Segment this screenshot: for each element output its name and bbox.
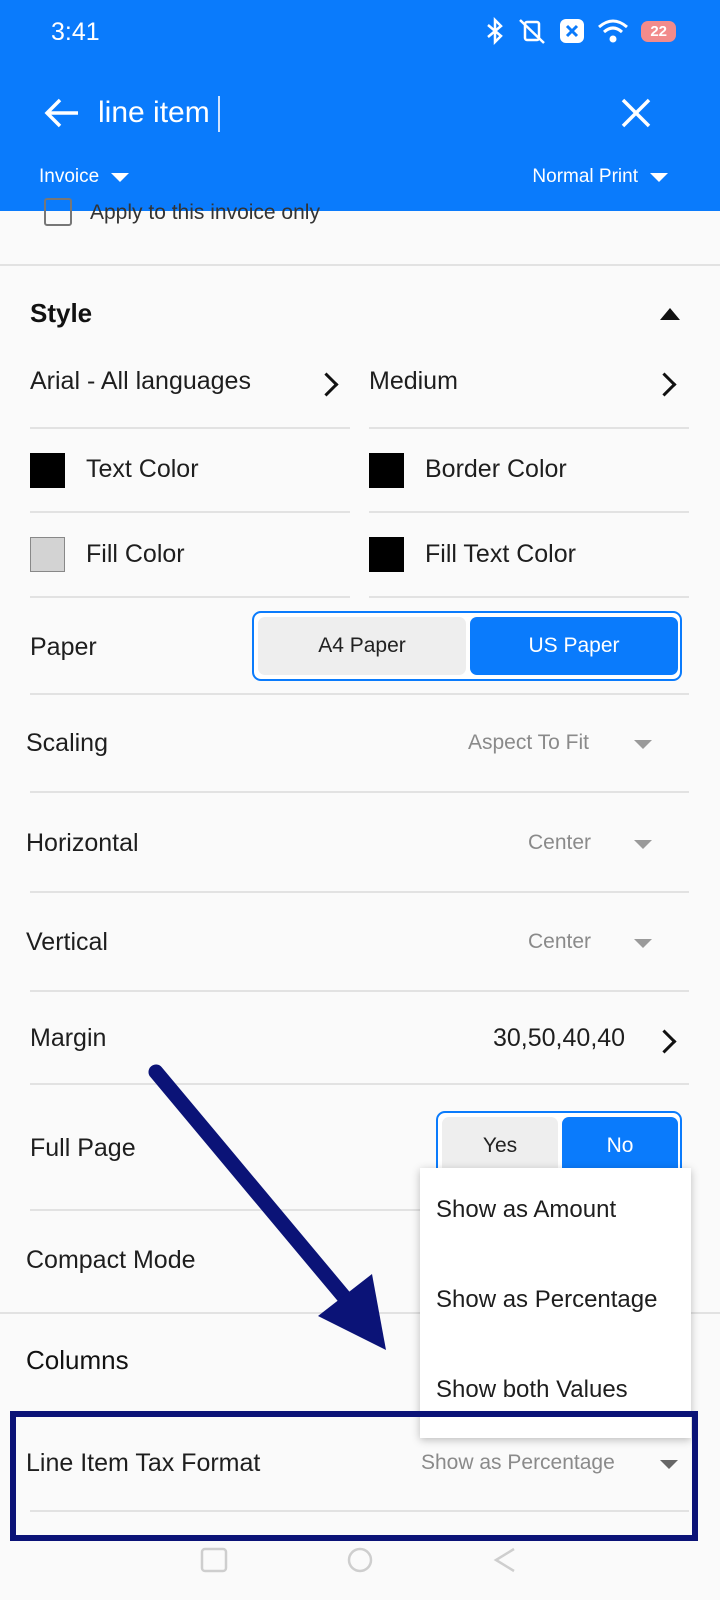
bluetooth-icon	[487, 17, 504, 45]
style-section-title: Style	[30, 298, 93, 328]
text-color-swatch[interactable]	[30, 453, 65, 488]
scaling-dropdown[interactable]: Aspect To Fit	[468, 731, 589, 755]
full-page-label: Full Page	[30, 1134, 136, 1162]
text-color-label[interactable]: Text Color	[86, 455, 199, 484]
dropdown-arrow-icon	[634, 740, 652, 749]
border-color-swatch[interactable]	[369, 453, 404, 488]
tax-format-popup-menu: Show as Amount Show as Percentage Show b…	[420, 1168, 691, 1438]
notification-x-icon	[560, 19, 585, 43]
back-arrow-icon[interactable]	[44, 95, 80, 131]
divider	[30, 511, 350, 513]
divider	[30, 596, 350, 598]
menu-item-show-both-values[interactable]: Show both Values	[436, 1376, 628, 1404]
divider	[0, 264, 720, 266]
vertical-dropdown[interactable]: Center	[528, 930, 591, 954]
divider	[30, 990, 689, 992]
fill-text-color-label[interactable]: Fill Text Color	[425, 540, 576, 569]
border-color-label[interactable]: Border Color	[425, 455, 567, 484]
battery-indicator: 22	[641, 20, 676, 42]
recent-apps-icon[interactable]	[194, 1545, 234, 1575]
annotation-arrow-icon	[148, 1064, 386, 1350]
a4-paper-option[interactable]: A4 Paper	[258, 617, 466, 675]
margin-value[interactable]: 30,50,40,40	[493, 1024, 625, 1053]
print-mode-dropdown[interactable]: Normal Print	[532, 166, 668, 188]
menu-item-show-as-amount[interactable]: Show as Amount	[436, 1196, 616, 1224]
chevron-right-icon	[314, 372, 339, 397]
apply-to-invoice-row[interactable]: Apply to this invoice only	[44, 198, 444, 230]
fill-text-color-swatch[interactable]	[369, 537, 404, 572]
collapse-icon[interactable]	[660, 308, 680, 320]
divider	[369, 427, 689, 429]
fill-color-swatch[interactable]	[30, 537, 65, 572]
document-type-dropdown[interactable]: Invoice	[39, 166, 130, 188]
print-mode-label: Normal Print	[532, 166, 638, 187]
back-nav-icon[interactable]	[486, 1545, 526, 1575]
font-size-selector[interactable]: Medium	[369, 367, 458, 396]
paper-label: Paper	[30, 633, 97, 661]
horizontal-label: Horizontal	[26, 829, 139, 857]
annotation-highlight-box	[10, 1411, 698, 1541]
divider	[369, 511, 689, 513]
vibrate-off-icon	[519, 19, 546, 44]
vertical-label: Vertical	[26, 928, 108, 956]
divider	[30, 427, 350, 429]
columns-section-title: Columns	[26, 1345, 129, 1375]
fill-color-label[interactable]: Fill Color	[86, 540, 185, 569]
margin-label: Margin	[30, 1024, 107, 1052]
status-time: 3:41	[51, 18, 100, 46]
document-type-label: Invoice	[39, 166, 100, 187]
full-page-yes-option[interactable]: Yes	[442, 1117, 558, 1175]
menu-item-show-as-percentage[interactable]: Show as Percentage	[436, 1286, 657, 1314]
font-selector[interactable]: Arial - All languages	[30, 367, 251, 396]
divider	[369, 596, 689, 598]
us-paper-option[interactable]: US Paper	[470, 617, 678, 675]
dropdown-arrow-icon	[634, 840, 652, 849]
divider	[30, 791, 689, 793]
horizontal-dropdown[interactable]: Center	[528, 831, 591, 855]
paper-segmented-control: A4 Paper US Paper	[252, 611, 682, 681]
divider	[30, 693, 689, 695]
text-cursor	[218, 96, 220, 132]
close-icon[interactable]	[620, 97, 652, 129]
full-page-no-option[interactable]: No	[562, 1117, 678, 1175]
wifi-icon	[598, 19, 629, 43]
chevron-right-icon	[652, 1029, 677, 1054]
status-icons: 22	[485, 17, 676, 45]
apply-only-checkbox[interactable]	[44, 198, 72, 226]
chevron-down-icon	[650, 172, 668, 182]
home-icon[interactable]	[340, 1545, 380, 1575]
dropdown-arrow-icon	[634, 939, 652, 948]
search-input[interactable]: line item	[98, 96, 210, 130]
app-header: 3:41 22 line item Invoice Normal Print	[0, 0, 720, 211]
chevron-down-icon	[111, 172, 130, 182]
divider	[30, 891, 689, 893]
apply-only-label: Apply to this invoice only	[90, 201, 320, 224]
chevron-right-icon	[652, 372, 677, 397]
scaling-label: Scaling	[26, 729, 108, 757]
